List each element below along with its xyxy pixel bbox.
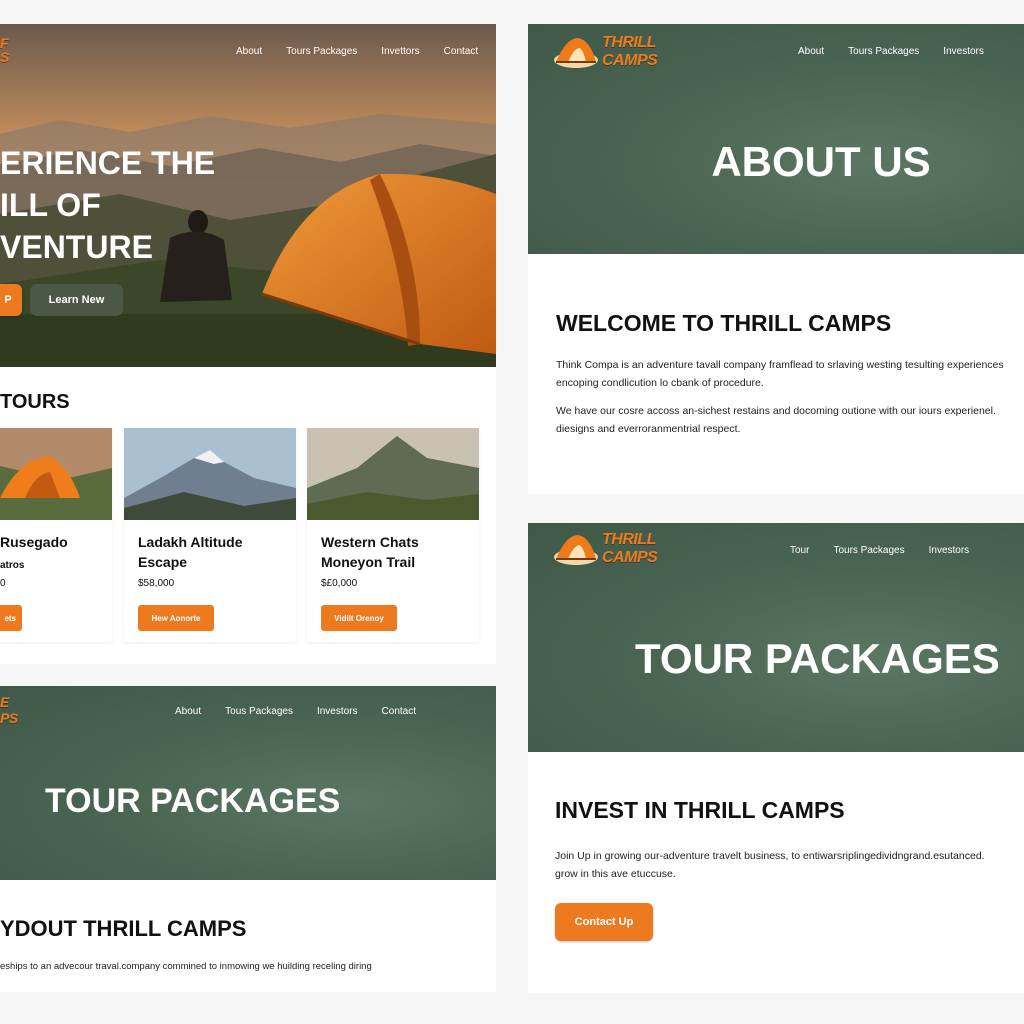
invest-heading: INVEST IN THRILL CAMPS <box>555 797 845 823</box>
nav-tours-packages[interactable]: Tours Packages <box>286 46 357 57</box>
logo-fragment[interactable]: E PS <box>0 694 18 726</box>
tour-card-price: $58,000 <box>138 578 175 589</box>
logo-fragment[interactable]: FS <box>0 36 9 64</box>
invest-paragraph: Join Up in growing our-adventure travelt… <box>555 847 1024 883</box>
contact-button[interactable]: Contact Up <box>555 903 653 941</box>
tour-card-subtitle: atros <box>0 560 25 571</box>
about-paragraph-2: We have our cosre accoss an-sichest rest… <box>556 402 1024 438</box>
tour-card-image <box>124 428 296 520</box>
logo[interactable]: THRILL CAMPS <box>552 531 658 567</box>
nav-investors[interactable]: Investors <box>929 545 970 556</box>
hero-primary-button[interactable]: P <box>0 284 22 316</box>
tour-card-price: $£0,000 <box>321 578 358 589</box>
paragraph-line: grow in this ave etuccuse. <box>555 868 676 880</box>
tour-card-button[interactable]: ets <box>0 605 22 631</box>
logo-text-fragment: E PS <box>0 694 18 726</box>
tour-card[interactable]: Ladakh Altitude Escape $58,000 Hew Aonor… <box>124 428 296 642</box>
invest-nav: Tour Tours Packages Investors <box>790 545 969 556</box>
paragraph-line: encoping condlicution lo cbank of proced… <box>556 377 764 389</box>
tour-packages-title: TOUR PACKAGES <box>45 782 341 820</box>
logo-text: THRILL CAMPS <box>602 34 658 70</box>
tour-card-image <box>307 428 479 520</box>
nav-tours-packages[interactable]: Tous Packages <box>225 706 293 717</box>
logo-text-fragment: FS <box>0 35 9 65</box>
nav-investors[interactable]: Investors <box>943 46 984 57</box>
paragraph-line: Think Compa is an adventure tavall compa… <box>556 359 1004 371</box>
about-thrill-camps-heading: YDOUT THRILL CAMPS <box>0 916 247 941</box>
tent-logo-icon <box>554 38 598 68</box>
tour-card-button[interactable]: Vidilt Orenoy <box>321 605 397 631</box>
logo-line: CAMPS <box>602 549 658 566</box>
nav-about[interactable]: About <box>798 46 824 57</box>
tour-card-price: 0 <box>0 578 6 589</box>
paragraph-line: diesigns and everroranmentrial respect. <box>556 423 741 435</box>
logo-line: PS <box>0 710 18 726</box>
invest-page-panel: THRILL CAMPS Tour Tours Packages Investo… <box>528 523 1024 993</box>
about-page-panel: THRILL CAMPS About Tours Packages Invest… <box>528 24 1024 494</box>
learn-more-button[interactable]: Learn New <box>30 284 123 316</box>
nav-investors[interactable]: Investors <box>317 706 358 717</box>
about-banner-title: ABOUT US <box>711 138 931 185</box>
nav-contact[interactable]: Contact <box>382 706 416 717</box>
tour-card-image <box>0 428 112 520</box>
invest-banner: THRILL CAMPS Tour Tours Packages Investo… <box>528 523 1024 752</box>
tour-packages-banner: E PS About Tous Packages Investors Conta… <box>0 686 496 880</box>
tour-card-button[interactable]: Hew Aonorte <box>138 605 214 631</box>
nav-about[interactable]: About <box>175 706 201 717</box>
invest-banner-title: TOUR PACKAGES <box>635 635 1000 682</box>
tour-packages-page-panel: E PS About Tous Packages Investors Conta… <box>0 686 496 992</box>
hero-section: About Tours Packages Invettors Contact F… <box>0 24 496 367</box>
logo-line: CAMPS <box>602 52 658 69</box>
logo[interactable]: THRILL CAMPS <box>552 34 658 70</box>
logo-line: THRILL <box>602 531 656 548</box>
tour-card[interactable]: Western Chats Moneyon Trail $£0,000 Vidi… <box>307 428 479 642</box>
paragraph-line: We have our cosre accoss an-sichest rest… <box>556 405 996 417</box>
about-paragraph-1: Think Compa is an adventure tavall compa… <box>556 356 1024 392</box>
tour-packages-nav: About Tous Packages Investors Contact <box>175 706 416 717</box>
tour-card[interactable]: Rusegado atros 0 ets <box>0 428 112 642</box>
nav-about[interactable]: About <box>236 46 262 57</box>
hero-title: ERIENCE THE ILL OF VENTURE <box>0 142 215 268</box>
tour-card-name: Western Chats Moneyon Trail <box>321 534 419 570</box>
logo-line: THRILL <box>602 34 656 51</box>
hero-title-line: VENTURE <box>0 229 153 265</box>
tent-logo-icon <box>554 535 598 565</box>
paragraph-line: Join Up in growing our-adventure travelt… <box>555 850 985 862</box>
about-banner: THRILL CAMPS About Tours Packages Invest… <box>528 24 1024 254</box>
logo-text: THRILL CAMPS <box>602 531 658 567</box>
home-page-panel: About Tours Packages Invettors Contact F… <box>0 24 496 664</box>
nav-tours-packages[interactable]: Tours Packages <box>833 545 904 556</box>
tour-card-name: Ladakh Altitude Escape <box>138 534 243 570</box>
about-nav: About Tours Packages Investors <box>798 46 984 57</box>
hero-title-line: ERIENCE THE <box>0 145 216 181</box>
nav-investors[interactable]: Invettors <box>381 46 419 57</box>
logo-line: E <box>0 694 9 710</box>
hero-nav: About Tours Packages Invettors Contact <box>236 46 478 57</box>
nav-tour[interactable]: Tour <box>790 545 809 556</box>
nav-tours-packages[interactable]: Tours Packages <box>848 46 919 57</box>
welcome-heading: WELCOME TO THRILL CAMPS <box>556 310 892 336</box>
hero-title-line: ILL OF <box>0 187 101 223</box>
nav-contact[interactable]: Contact <box>444 46 478 57</box>
tours-section-title: TOURS <box>0 391 70 413</box>
about-thrill-camps-paragraph: eships to an advecour traval.company com… <box>0 961 372 972</box>
